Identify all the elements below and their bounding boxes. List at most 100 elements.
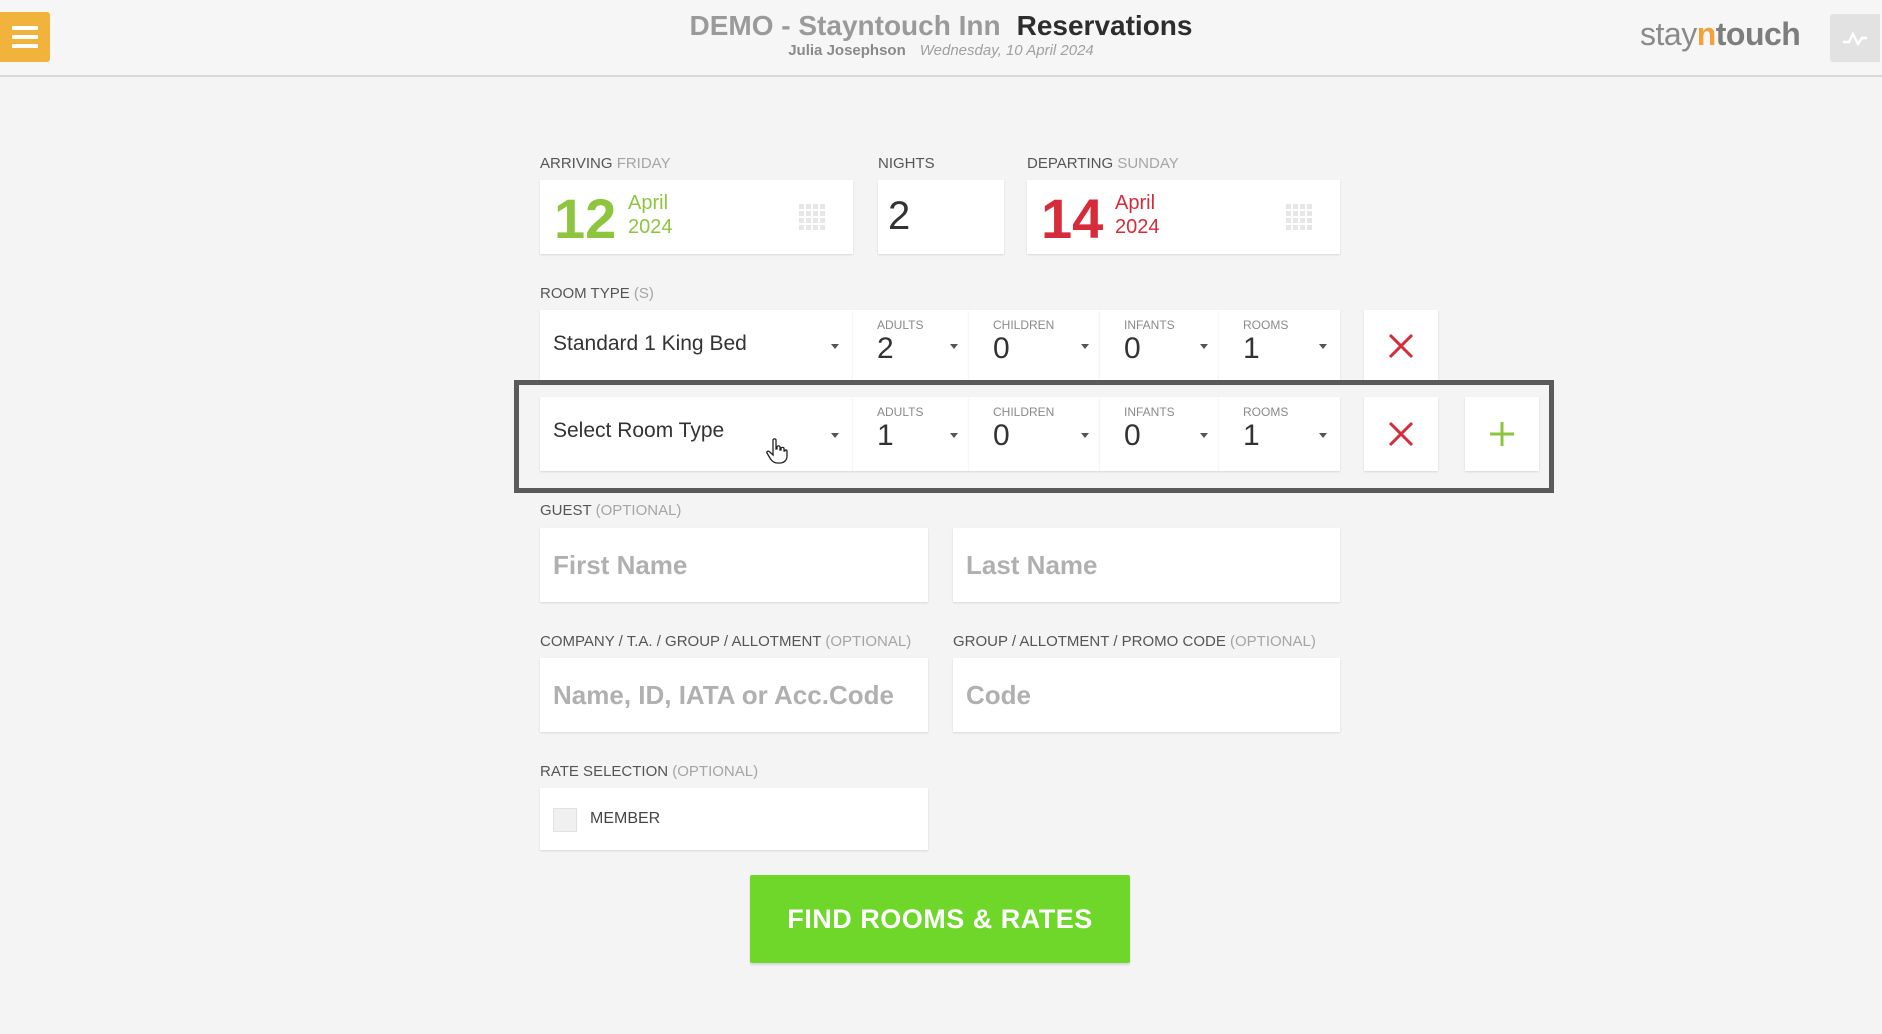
remove-room-button[interactable]: [1364, 310, 1438, 382]
departure-year: 2024: [1115, 216, 1160, 238]
caret-down-icon: [950, 344, 958, 349]
children-label: CHILDREN: [993, 318, 1055, 332]
user-name: Julia Josephson: [788, 42, 906, 59]
nights-value: 2: [888, 194, 911, 238]
rate-selection-label-text: RATE SELECTION: [540, 763, 669, 780]
business-date: Wednesday, 10 April 2024: [919, 42, 1094, 59]
caret-down-icon: [1319, 433, 1327, 438]
departing-weekday: SUNDAY: [1117, 155, 1179, 172]
brand-part: touch: [1715, 16, 1801, 52]
add-room-button[interactable]: [1465, 397, 1539, 471]
brand-part: stay: [1640, 16, 1697, 52]
caret-down-icon: [831, 344, 839, 349]
infants-label: INFANTS: [1124, 318, 1175, 332]
last-name-input[interactable]: [953, 528, 1340, 602]
promo-code-input[interactable]: [953, 658, 1340, 732]
room-type-select[interactable]: Select Room Type: [540, 397, 853, 471]
infants-label: INFANTS: [1124, 405, 1175, 419]
calendar-icon: [1286, 204, 1312, 230]
header-title: DEMO - Stayntouch Inn Reservations: [0, 10, 1882, 42]
room-type-label: ROOM TYPE (S): [540, 285, 654, 302]
adults-label: ADULTS: [877, 318, 924, 332]
children-value: 0: [993, 332, 1010, 365]
caret-down-icon: [831, 433, 839, 438]
nights-input[interactable]: 2: [878, 180, 1004, 254]
caret-down-icon: [950, 433, 958, 438]
children-label: CHILDREN: [993, 405, 1055, 419]
caret-down-icon: [1200, 433, 1208, 438]
brand-part: n: [1696, 16, 1717, 52]
activity-button[interactable]: [1830, 14, 1880, 62]
adults-value: 2: [877, 332, 894, 365]
rooms-value: 1: [1243, 419, 1260, 452]
member-rate-option[interactable]: MEMBER: [540, 788, 928, 850]
close-x-icon: [1388, 333, 1414, 359]
children-value: 0: [993, 419, 1010, 452]
company-optional: (OPTIONAL): [825, 633, 912, 650]
close-x-icon: [1388, 421, 1414, 447]
arriving-label-text: ARRIVING: [540, 155, 613, 172]
rate-selection-optional: (OPTIONAL): [672, 763, 759, 780]
children-select[interactable]: CHILDREN 0: [969, 310, 1100, 382]
rooms-select[interactable]: ROOMS 1: [1219, 310, 1340, 382]
departure-day: 14: [1041, 187, 1104, 250]
arriving-weekday: FRIDAY: [616, 155, 671, 172]
infants-select[interactable]: INFANTS 0: [1100, 397, 1219, 471]
departure-month: April: [1115, 192, 1156, 214]
arrival-date-picker[interactable]: 12 April 2024: [540, 180, 853, 254]
caret-down-icon: [1081, 433, 1089, 438]
arrival-month: April: [628, 192, 669, 214]
promo-label-text: GROUP / ALLOTMENT / PROMO CODE: [953, 633, 1226, 650]
departing-label: DEPARTING SUNDAY: [1027, 155, 1179, 172]
header-subtitle: Julia Josephson Wednesday, 10 April 2024: [0, 42, 1882, 59]
rooms-label: ROOMS: [1243, 318, 1289, 332]
adults-select[interactable]: ADULTS 2: [853, 310, 969, 382]
rate-selection-label: RATE SELECTION (OPTIONAL): [540, 763, 758, 780]
guest-label-text: GUEST: [540, 502, 592, 519]
room-type-select[interactable]: Standard 1 King Bed: [540, 310, 853, 382]
caret-down-icon: [1200, 344, 1208, 349]
rooms-select[interactable]: ROOMS 1: [1219, 397, 1340, 471]
caret-down-icon: [1081, 344, 1089, 349]
activity-chart-icon: [1843, 31, 1867, 46]
promo-optional: (OPTIONAL): [1230, 633, 1316, 650]
find-rooms-rates-button[interactable]: FIND ROOMS & RATES: [750, 875, 1130, 963]
rooms-value: 1: [1243, 332, 1260, 365]
infants-value: 0: [1124, 419, 1141, 452]
plus-icon: [1490, 422, 1514, 446]
page-title: Reservations: [1016, 10, 1193, 41]
calendar-icon: [799, 204, 825, 230]
room-type-suffix: (S): [633, 285, 654, 302]
first-name-input[interactable]: [540, 528, 928, 602]
guest-optional: (OPTIONAL): [595, 502, 682, 519]
hand-pointer-icon: [766, 438, 788, 464]
brand-logo: stayntouch: [1640, 16, 1801, 53]
caret-down-icon: [1319, 344, 1327, 349]
departure-date-picker[interactable]: 14 April 2024: [1027, 180, 1340, 254]
arriving-label: ARRIVING FRIDAY: [540, 155, 671, 172]
top-header: DEMO - Stayntouch Inn Reservations Julia …: [0, 0, 1882, 77]
member-checkbox[interactable]: [553, 808, 577, 832]
member-label: MEMBER: [590, 810, 661, 827]
company-search-input[interactable]: [540, 658, 928, 732]
departing-label-text: DEPARTING: [1027, 155, 1114, 172]
company-label-text: COMPANY / T.A. / GROUP / ALLOTMENT: [540, 633, 822, 650]
children-select[interactable]: CHILDREN 0: [969, 397, 1100, 471]
infants-select[interactable]: INFANTS 0: [1100, 310, 1219, 382]
company-label: COMPANY / T.A. / GROUP / ALLOTMENT (OPTI…: [540, 633, 911, 650]
room-type-label-text: ROOM TYPE: [540, 285, 630, 302]
adults-label: ADULTS: [877, 405, 924, 419]
room-type-value: Select Room Type: [553, 419, 725, 442]
room-type-value: Standard 1 King Bed: [553, 332, 747, 355]
remove-room-button[interactable]: [1364, 397, 1438, 471]
adults-select[interactable]: ADULTS 1: [853, 397, 969, 471]
rooms-label: ROOMS: [1243, 405, 1289, 419]
adults-value: 1: [877, 419, 894, 452]
arrival-year: 2024: [628, 216, 673, 238]
infants-value: 0: [1124, 332, 1141, 365]
guest-label: GUEST (OPTIONAL): [540, 502, 681, 519]
promo-code-label: GROUP / ALLOTMENT / PROMO CODE (OPTIONAL…: [953, 633, 1316, 650]
hotel-name: DEMO - Stayntouch Inn: [689, 10, 1001, 41]
arrival-day: 12: [554, 187, 617, 250]
nights-label: NIGHTS: [878, 155, 935, 172]
